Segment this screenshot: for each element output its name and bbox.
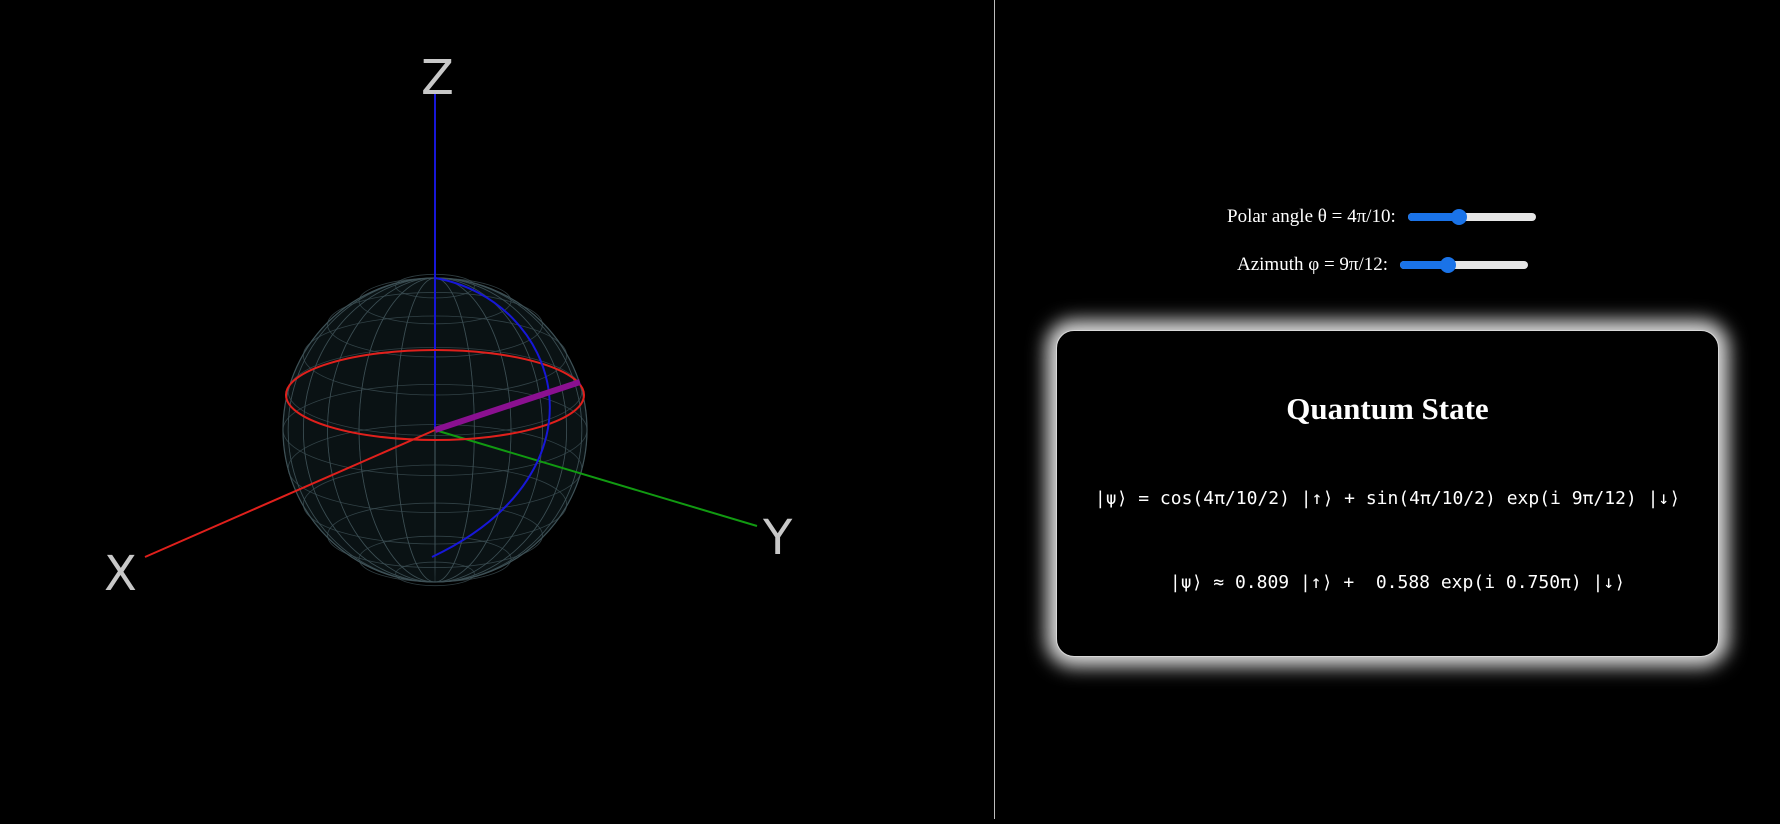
polar-angle-slider-thumb[interactable]: [1450, 209, 1467, 225]
azimuth-slider[interactable]: [1400, 257, 1529, 273]
polar-angle-slider[interactable]: [1407, 209, 1536, 225]
azimuth-control: Azimuth φ = 9π/12:: [1237, 254, 1529, 276]
y-axis-label: Y: [762, 510, 793, 566]
bloch-sphere-view[interactable]: Z X Y: [0, 0, 994, 819]
azimuth-label: Azimuth φ = 9π/12:: [1237, 254, 1389, 275]
polar-angle-control: Polar angle θ = 4π/10:: [1227, 206, 1536, 228]
control-panel: Polar angle θ = 4π/10: Azimuth φ = 9π/12…: [995, 0, 1780, 819]
z-axis-label: Z: [421, 50, 454, 106]
polar-angle-label: Polar angle θ = 4π/10:: [1227, 206, 1396, 227]
card-title: Quantum State: [1286, 391, 1489, 426]
quantum-state-card: Quantum State |ψ⟩ = cos(4π/10/2) |↑⟩ + s…: [1056, 330, 1719, 657]
state-formula-exact: |ψ⟩ = cos(4π/10/2) |↑⟩ + sin(4π/10/2) ex…: [1094, 488, 1681, 509]
x-axis-label: X: [104, 546, 137, 602]
state-formula-approx: |ψ⟩ ≈ 0.809 |↑⟩ + 0.588 exp(i 0.750π) |↓…: [1169, 572, 1626, 593]
azimuth-slider-thumb[interactable]: [1440, 257, 1457, 273]
bloch-sphere-canvas[interactable]: Z X Y: [0, 0, 994, 819]
